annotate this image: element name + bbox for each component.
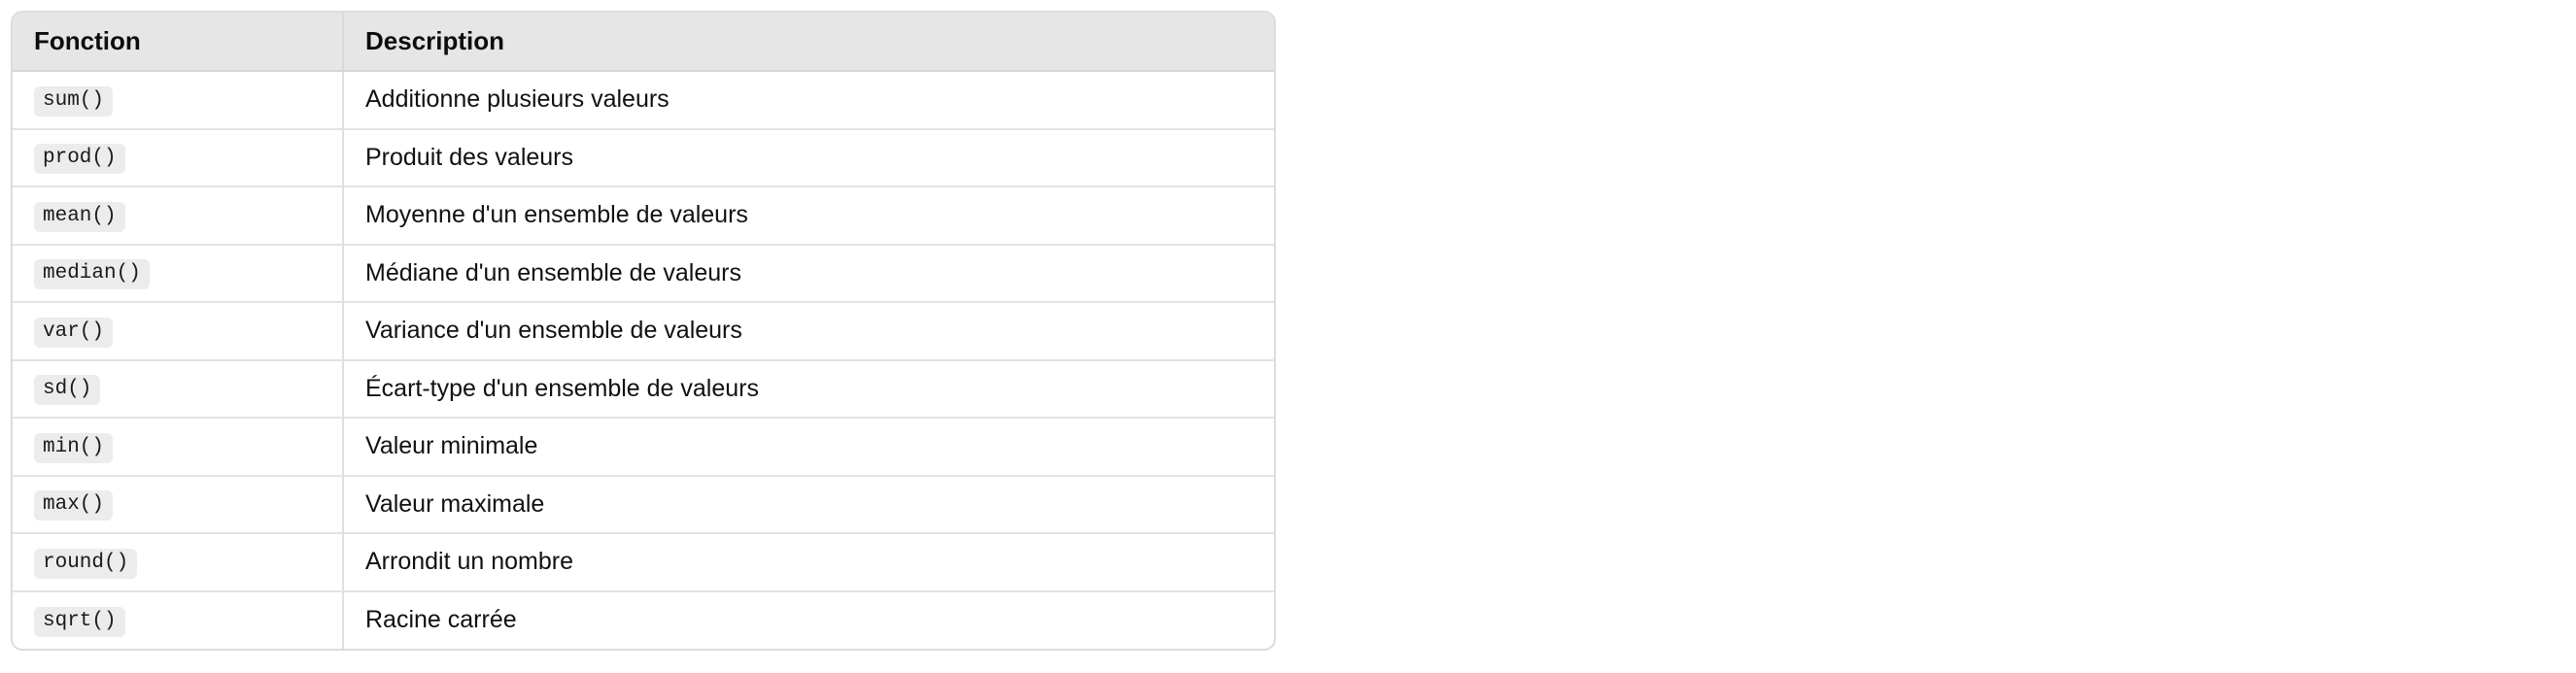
- function-cell: sum(): [13, 71, 344, 130]
- description-cell: Racine carrée: [365, 606, 517, 634]
- function-cell: prod(): [13, 128, 344, 187]
- description-cell: Additionne plusieurs valeurs: [343, 71, 1274, 130]
- header-function: Fonction: [13, 13, 344, 72]
- table-body: sum() Additionne plusieurs valeurs prod(…: [13, 71, 1274, 649]
- function-cell: round(): [13, 533, 344, 592]
- description-cell: Moyenne d'un ensemble de valeurs: [343, 186, 1274, 246]
- description-cell: Valeur minimale: [343, 418, 1274, 477]
- function-cell: sd(): [13, 359, 344, 419]
- functions-table: Fonction Description sum() Additionne pl…: [11, 11, 1276, 651]
- function-code: sd(): [34, 375, 101, 406]
- table-row: sum() Additionne plusieurs valeurs: [13, 71, 1274, 130]
- table-row: min() Valeur minimale: [13, 418, 1274, 477]
- description-cell: Valeur maximale: [343, 475, 1274, 534]
- function-code: round(): [34, 548, 138, 579]
- header-description: Description: [343, 13, 1274, 72]
- function-cell: min(): [13, 418, 344, 477]
- table-row: round() Arrondit un nombre: [13, 533, 1274, 592]
- description-cell: Arrondit un nombre: [343, 533, 1274, 592]
- table-row: max() Valeur maximale: [13, 475, 1274, 534]
- function-code: sqrt(): [34, 606, 125, 637]
- function-code: median(): [34, 259, 150, 290]
- description-cell: Médiane d'un ensemble de valeurs: [343, 244, 1274, 303]
- function-cell: mean(): [13, 186, 344, 246]
- table-row: prod() Produit des valeurs: [13, 128, 1274, 187]
- description-cell: Produit des valeurs: [343, 128, 1274, 187]
- function-code: sum(): [34, 85, 114, 117]
- table-row: var() Variance d'un ensemble de valeurs: [13, 302, 1274, 361]
- table-row: sd() Écart-type d'un ensemble de valeurs: [13, 359, 1274, 419]
- table-header-row: Fonction Description: [13, 13, 1274, 72]
- function-cell: max(): [13, 475, 344, 534]
- function-code: mean(): [34, 201, 125, 232]
- function-cell: sqrt(): [13, 590, 344, 649]
- table-row: median() Médiane d'un ensemble de valeur…: [13, 244, 1274, 303]
- table-row: mean() Moyenne d'un ensemble de valeurs: [13, 186, 1274, 246]
- description-cell: Variance d'un ensemble de valeurs: [343, 302, 1274, 361]
- function-cell: median(): [13, 244, 344, 303]
- function-cell: var(): [13, 302, 344, 361]
- functions-table-grid: Fonction Description sum() Additionne pl…: [13, 13, 1274, 649]
- function-code: min(): [34, 432, 114, 463]
- function-code: var(): [34, 317, 114, 348]
- description-cell: Écart-type d'un ensemble de valeurs: [343, 359, 1274, 419]
- function-code: max(): [34, 490, 114, 522]
- table-header: Fonction Description: [13, 13, 1274, 72]
- function-code: prod(): [34, 144, 125, 175]
- table-row: sqrt() Racine carrée: [13, 590, 1274, 649]
